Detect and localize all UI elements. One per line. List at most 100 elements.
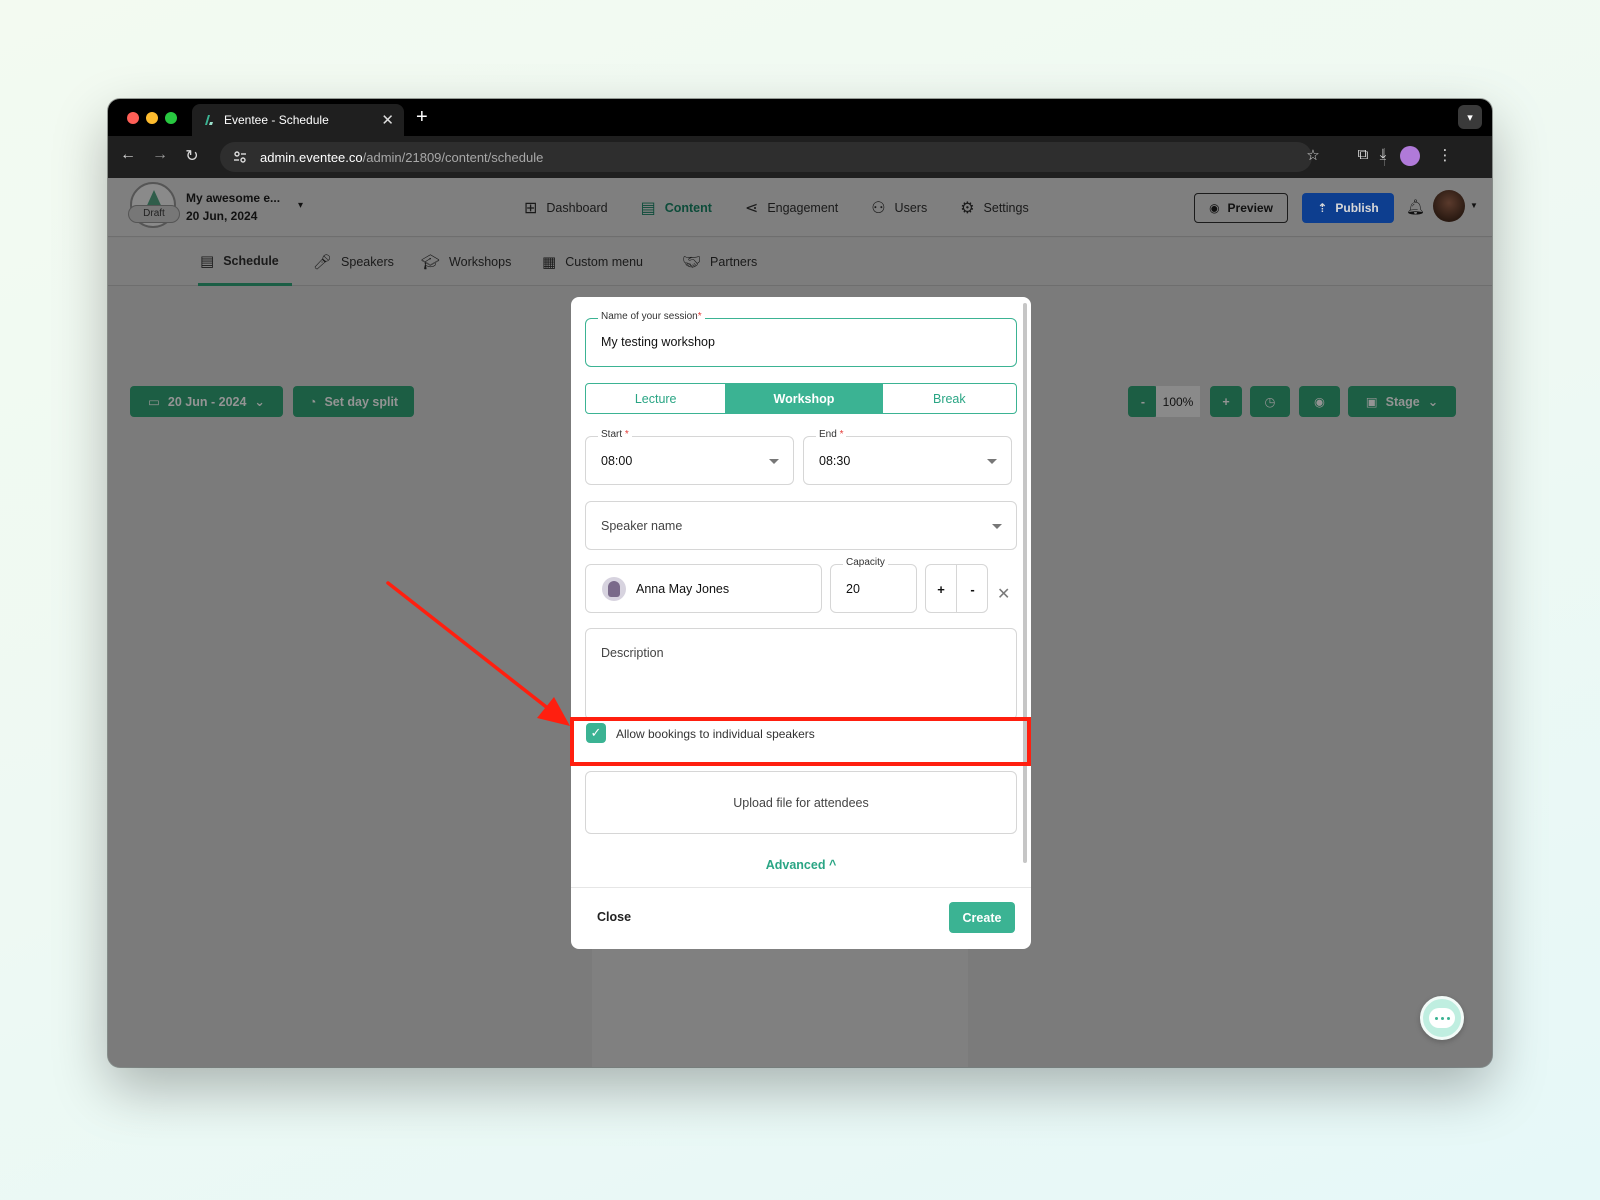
address-bar[interactable]: admin.eventee.co/admin/21809/content/sch… [220,142,1312,172]
draft-badge: Draft [128,205,180,223]
extensions-icon[interactable]: ⧉ [1352,146,1374,163]
visibility-button[interactable]: ◉ [1299,386,1340,417]
new-tab-button[interactable]: + [416,106,428,129]
type-workshop[interactable]: Workshop [726,384,883,413]
close-button[interactable]: Close [597,910,631,924]
session-name-value: My testing workshop [601,335,715,349]
bookmark-star-icon[interactable]: ☆ [1302,146,1324,164]
modal-footer: Close Create [571,887,1031,949]
browser-menu-icon[interactable]: ⋮ [1434,146,1456,164]
subnav-partners-label: Partners [710,255,758,269]
download-icon[interactable]: ⤓ [1372,146,1394,163]
tab-search-chevron-icon[interactable]: ▾ [1458,105,1482,129]
subnav-custom-menu-label: Custom menu [565,255,643,269]
subnav-custom-menu[interactable]: ▦ Custom menu [542,238,643,286]
speaker-select[interactable]: Speaker name [585,501,1017,550]
zoom-in-button[interactable]: + [1210,386,1242,417]
event-date: 20 Jun, 2024 [186,209,258,223]
reload-icon[interactable]: ↻ [182,146,202,166]
subnav-workshops-label: Workshops [449,255,512,269]
session-type-toggle: Lecture Workshop Break [585,383,1017,414]
gear-icon: ⚙ [960,199,975,217]
main-nav: ⊞ Dashboard ▤ Content ⋖ Engagement ⚇ Use… [524,178,1029,237]
capacity-decrement-button[interactable]: - [957,565,988,613]
publish-button[interactable]: ⇡ Publish [1302,193,1394,223]
chevron-down-icon [992,523,1002,529]
capacity-value: 20 [846,582,860,596]
browser-tab[interactable]: Eventee - Schedule ✕ [192,104,404,136]
close-window-button[interactable] [127,112,139,124]
maximize-window-button[interactable] [165,112,177,124]
site-settings-icon[interactable] [232,149,248,165]
create-button[interactable]: Create [949,902,1015,933]
end-label: End * [816,429,847,440]
eventee-favicon-icon [202,113,216,127]
capacity-label: Capacity [843,557,888,568]
tab-close-icon[interactable]: ✕ [381,111,394,129]
chat-support-button[interactable] [1420,996,1464,1040]
nav-users[interactable]: ⚇ Users [871,198,927,218]
end-value: 08:30 [819,454,851,468]
url-host: admin.eventee.co [260,149,363,165]
tab-strip: Eventee - Schedule ✕ + ▾ [108,99,1492,136]
eye-icon: ◉ [1209,201,1220,215]
advanced-toggle[interactable]: Advanced ^ [571,858,1031,872]
start-label: Start * [598,429,632,440]
description-placeholder: Description [601,646,664,660]
set-day-split-button[interactable]: ◔ Set day split [293,386,414,417]
type-lecture[interactable]: Lecture [586,384,727,413]
remove-speaker-icon[interactable]: ✕ [997,584,1010,604]
capacity-input[interactable]: Capacity 20 [830,557,917,613]
start-time-select[interactable]: Start * 08:00 [585,429,794,485]
clock-history-icon: ◷ [1264,395,1276,409]
description-textarea[interactable]: Description [585,628,1017,720]
user-menu-caret-icon[interactable]: ▼ [1470,201,1478,210]
browser-profile-avatar[interactable] [1400,146,1420,166]
stage-icon: ▣ [1365,395,1378,409]
subnav-schedule[interactable]: ▤ Schedule [198,238,292,286]
nav-content[interactable]: ▤ Content [641,198,712,218]
nav-settings-label: Settings [983,200,1029,215]
minimize-window-button[interactable] [146,112,158,124]
forward-arrow-icon[interactable]: → [150,146,170,164]
stage-select[interactable]: ▣ Stage ⌄ [1348,386,1456,417]
session-name-label: Name of your session* [598,311,705,322]
stage-label: Stage [1385,394,1420,409]
type-break[interactable]: Break [883,384,1016,413]
nav-dashboard[interactable]: ⊞ Dashboard [524,198,608,218]
subnav-speakers-label: Speakers [341,255,394,269]
upload-file-dropzone[interactable]: Upload file for attendees [585,771,1017,834]
end-time-select[interactable]: End * 08:30 [803,429,1012,485]
dashboard-icon: ⊞ [524,199,538,217]
event-switch-caret-icon[interactable]: ▾ [298,200,303,211]
tab-title: Eventee - Schedule [224,113,329,127]
modal-scrollbar[interactable] [1023,303,1027,863]
speaker-avatar [602,577,626,601]
event-name[interactable]: My awesome e... [186,191,280,205]
users-icon: ⚇ [871,199,886,217]
session-name-field[interactable]: Name of your session* My testing worksho… [585,311,1017,367]
back-arrow-icon[interactable]: ← [118,146,138,164]
subnav-speakers[interactable]: 🎤︎ Speakers [313,238,394,286]
preview-button[interactable]: ◉ Preview [1194,193,1288,223]
create-session-modal: Name of your session* My testing worksho… [571,297,1031,949]
subnav-workshops[interactable]: 🎓︎ Workshops [421,238,511,286]
history-button[interactable]: ◷ [1250,386,1290,417]
chevron-down-icon: ⌄ [254,395,265,409]
zoom-out-button[interactable]: - [1128,386,1158,417]
chat-bubble-icon [1429,1008,1455,1028]
nav-engagement[interactable]: ⋖ Engagement [745,198,838,218]
share-icon: ⋖ [744,199,759,217]
nav-settings[interactable]: ⚙ Settings [960,198,1029,218]
subnav-partners[interactable]: 🤝︎ Partners [682,238,757,286]
day-split-label: Set day split [324,394,399,409]
selected-speaker-chip: Anna May Jones [585,564,822,613]
zoom-value: 100% [1156,386,1200,417]
nav-users-label: Users [894,200,928,215]
app-header: Draft My awesome e... 20 Jun, 2024 ▾ ⊞ D… [108,178,1492,237]
user-avatar[interactable] [1433,190,1465,222]
date-picker-button[interactable]: ▭ 20 Jun - 2024 ⌄ [130,386,283,417]
graduation-cap-icon: 🎓︎ [421,254,441,271]
bell-icon[interactable]: 🔔︎ [1406,198,1425,216]
capacity-increment-button[interactable]: + [926,565,957,613]
